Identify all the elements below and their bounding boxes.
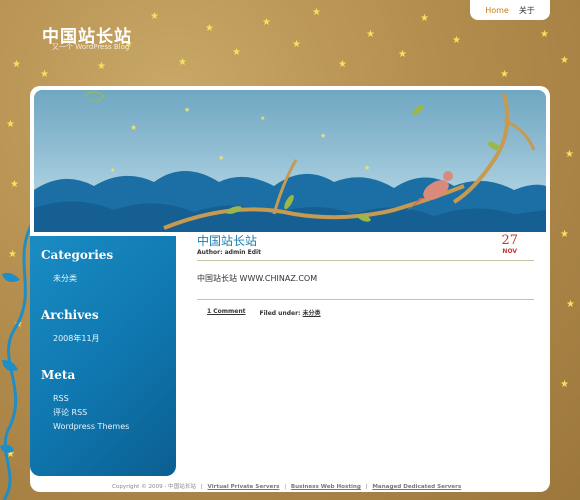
footer-link-hosting[interactable]: Business Web Hosting bbox=[291, 484, 361, 490]
site-tagline: 又一个 WordPress Blog bbox=[52, 43, 130, 51]
footer-link-vps[interactable]: Virtual Private Servers bbox=[207, 484, 279, 490]
footer-link-dedicated[interactable]: Managed Dedicated Servers bbox=[372, 484, 461, 490]
header-illustration: ★ ★ ★ ★ ★ ★ ★ bbox=[34, 91, 546, 232]
filed-under-label: Filed under: bbox=[259, 310, 301, 317]
top-navigation: Home 关于 bbox=[470, 0, 550, 20]
sidebar-heading-categories: Categories bbox=[41, 248, 114, 262]
sidebar-item-uncategorized[interactable]: 未分类 bbox=[53, 272, 165, 286]
filed-under: Filed under: 未分类 bbox=[260, 308, 321, 317]
svg-text:★: ★ bbox=[364, 164, 370, 172]
svg-text:★: ★ bbox=[110, 167, 115, 174]
footer-separator: | bbox=[284, 484, 287, 490]
comment-link[interactable]: 1 Comment bbox=[207, 308, 246, 317]
post: 中国站长站 Author: admin Edit 27 NOV 中国站长站 WW… bbox=[197, 234, 534, 317]
meta-list: RSS 评论 RSS Wordpress Themes bbox=[53, 392, 165, 434]
post-month: NOV bbox=[502, 248, 518, 255]
main-container: ★ ★ ★ ★ ★ ★ ★ Categories 未分类 Archives 20… bbox=[30, 86, 550, 492]
post-footer: 1 Comment Filed under: 未分类 bbox=[197, 308, 534, 317]
sidebar-item-comments-rss[interactable]: 评论 RSS bbox=[53, 406, 165, 420]
sidebar-item-rss[interactable]: RSS bbox=[53, 392, 165, 406]
sidebar: Categories 未分类 Archives 2008年11月 Meta RS… bbox=[30, 236, 176, 476]
page-footer: Copyright © 2009 · 中国站长站 | Virtual Priva… bbox=[112, 482, 532, 490]
nav-home-link[interactable]: Home bbox=[485, 6, 509, 15]
sidebar-item-archive-2008-11[interactable]: 2008年11月 bbox=[53, 332, 165, 346]
filed-category-link[interactable]: 未分类 bbox=[303, 310, 321, 317]
post-date: 27 NOV bbox=[501, 233, 518, 256]
post-meta: Author: admin Edit bbox=[197, 249, 261, 256]
svg-text:★: ★ bbox=[320, 132, 326, 140]
footer-separator: | bbox=[200, 484, 203, 490]
sidebar-heading-archives: Archives bbox=[41, 308, 99, 322]
post-title[interactable]: 中国站长站 bbox=[197, 234, 534, 248]
post-divider bbox=[197, 260, 534, 261]
copyright-text: Copyright © 2009 · 中国站长站 bbox=[112, 484, 197, 490]
archives-list: 2008年11月 bbox=[53, 332, 165, 346]
post-day: 27 bbox=[501, 233, 518, 248]
sidebar-heading-meta: Meta bbox=[41, 368, 76, 382]
sidebar-item-wordpress-themes[interactable]: Wordpress Themes bbox=[53, 420, 165, 434]
footer-separator: | bbox=[365, 484, 368, 490]
categories-list: 未分类 bbox=[53, 272, 165, 286]
post-divider-bottom bbox=[197, 299, 534, 300]
svg-text:★: ★ bbox=[260, 115, 265, 122]
nav-about-link[interactable]: 关于 bbox=[519, 5, 535, 16]
svg-text:★: ★ bbox=[218, 154, 224, 162]
header-artwork: ★ ★ ★ ★ ★ ★ ★ bbox=[34, 90, 546, 232]
svg-text:★: ★ bbox=[130, 123, 137, 132]
svg-text:★: ★ bbox=[184, 106, 190, 114]
post-body: 中国站长站 WWW.CHINAZ.COM bbox=[197, 274, 318, 283]
